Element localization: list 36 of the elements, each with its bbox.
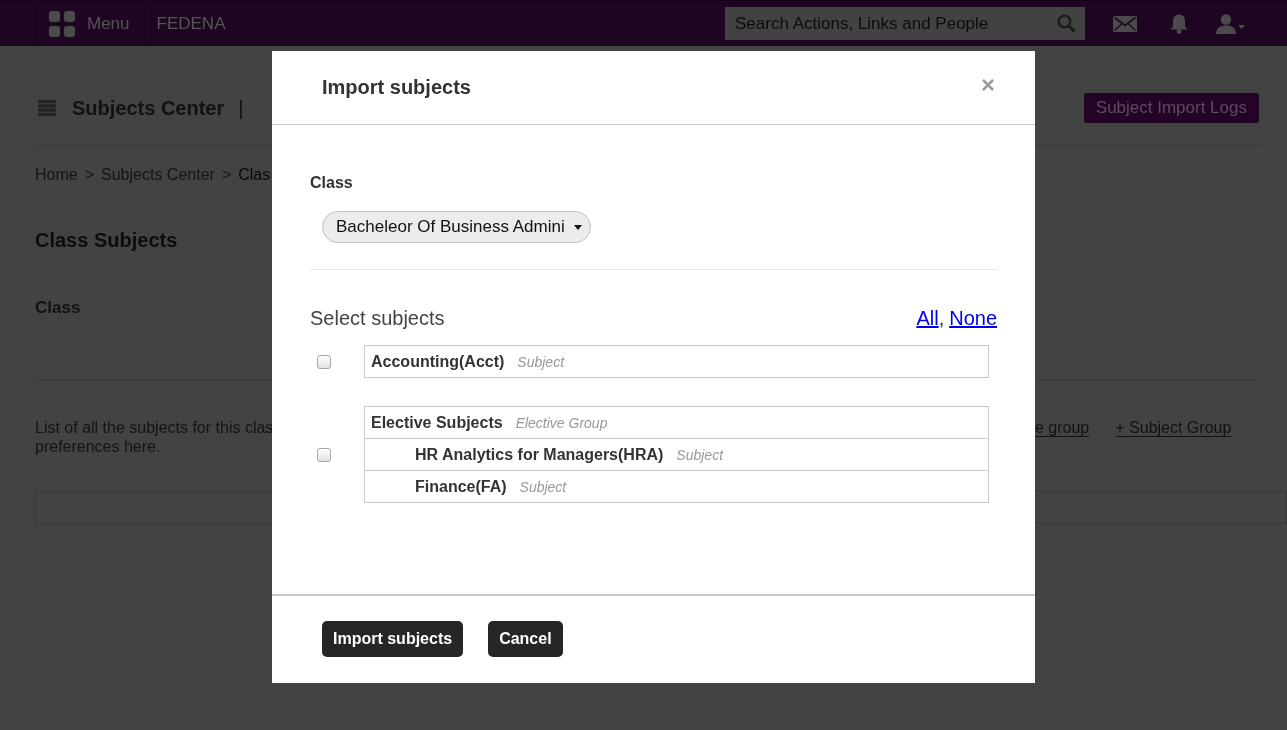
breadcrumb-current: Clas xyxy=(238,166,271,184)
subject-type: Subject xyxy=(517,353,565,370)
breadcrumb-separator: > xyxy=(84,166,95,184)
import-button[interactable]: Import subjects xyxy=(322,621,464,657)
separator-text: , xyxy=(938,307,945,329)
checkbox[interactable] xyxy=(317,354,331,369)
list-icon xyxy=(38,100,56,116)
field-label: Class xyxy=(310,174,353,192)
group-type: Elective Group xyxy=(515,414,608,431)
close-button[interactable]: × xyxy=(981,72,995,97)
brand-name: FEDENA xyxy=(156,13,226,34)
mail-icon[interactable] xyxy=(1113,15,1137,32)
subject-name: Finance(FA) xyxy=(415,477,507,496)
title-separator: | xyxy=(238,96,244,120)
grid-icon xyxy=(49,10,75,37)
select-all-link[interactable]: All xyxy=(916,307,939,329)
search-icon[interactable] xyxy=(1057,14,1075,32)
cancel-button[interactable]: Cancel xyxy=(488,621,563,657)
section-title: Class Subjects xyxy=(35,229,178,251)
subject-type: Subject xyxy=(676,446,724,463)
section-label: Select subjects xyxy=(310,307,445,329)
menu-button[interactable]: Menu xyxy=(35,1,146,46)
subject-type: Subject xyxy=(519,478,567,495)
subject-name: HR Analytics for Managers(HRA) xyxy=(415,445,664,464)
group-name: Elective Subjects xyxy=(371,413,503,432)
checkbox[interactable] xyxy=(317,447,331,462)
class-select[interactable]: Bacheleor Of Business Admini xyxy=(322,211,591,243)
breadcrumb-separator: > xyxy=(221,166,232,184)
import-logs-button[interactable]: Subject Import Logs xyxy=(1083,93,1259,123)
modal-title: Import subjects xyxy=(322,76,471,99)
select-none-link[interactable]: None xyxy=(949,307,997,329)
bell-icon[interactable] xyxy=(1170,13,1188,34)
user-icon[interactable] xyxy=(1216,13,1236,34)
caret-icon[interactable] xyxy=(1238,24,1245,29)
caret-icon xyxy=(574,224,582,230)
subject-name: Accounting(Acct) xyxy=(371,352,505,371)
